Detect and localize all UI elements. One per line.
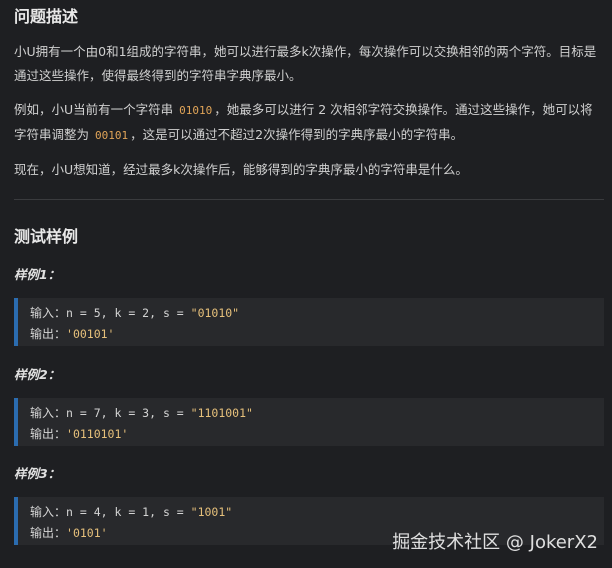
inline-code-result: 00101 bbox=[94, 129, 129, 142]
example-code-block-2: 输入：n = 7, k = 3, s = "1101001" 输出：'01101… bbox=[14, 398, 604, 446]
section-divider bbox=[14, 199, 604, 200]
input-value: n = 7, k = 3, s = bbox=[66, 406, 191, 420]
output-key: 输出： bbox=[30, 427, 67, 441]
example-label-3: 样例3： bbox=[14, 466, 61, 481]
p2-text-before: 例如，小U当前有一个字符串 bbox=[14, 102, 178, 117]
input-key: 输入： bbox=[30, 505, 67, 519]
example-input-line-2: 输入：n = 7, k = 3, s = "1101001" bbox=[30, 404, 253, 421]
input-string: "1101001" bbox=[190, 406, 253, 420]
example-code-block-1: 输入：n = 5, k = 2, s = "01010" 输出：'00101' bbox=[14, 298, 604, 346]
output-value: '0110101' bbox=[66, 427, 129, 441]
input-value: n = 4, k = 1, s = bbox=[66, 505, 191, 519]
example-output-line-1: 输出：'00101' bbox=[30, 325, 114, 342]
example-input-line-1: 输入：n = 5, k = 2, s = "01010" bbox=[30, 304, 239, 321]
example-output-line-3: 输出：'0101' bbox=[30, 524, 108, 541]
section-title-test-cases: 测试样例 bbox=[14, 227, 79, 246]
inline-code-original: 01010 bbox=[179, 104, 213, 117]
example-label-2: 样例2： bbox=[14, 367, 61, 382]
description-paragraph-3: 现在，小U想知道，经过最多k次操作后，能够得到的字典序最小的字符串是什么。 bbox=[14, 162, 468, 177]
output-value: '00101' bbox=[66, 327, 115, 341]
output-value: '0101' bbox=[66, 526, 108, 540]
input-key: 输入： bbox=[30, 406, 67, 420]
p2-text-after: ，这是可以通过不超过2次操作得到的字典序最小的字符串。 bbox=[130, 127, 464, 142]
input-value: n = 5, k = 2, s = bbox=[66, 306, 191, 320]
description-paragraph-1: 小U拥有一个由0和1组成的字符串，她可以进行最多k次操作，每次操作可以交换相邻的… bbox=[14, 44, 597, 83]
example-output-line-2: 输出：'0110101' bbox=[30, 425, 128, 442]
input-string: "1001" bbox=[190, 505, 233, 519]
watermark-text: 掘金技术社区 @ JokerX2 bbox=[392, 532, 598, 553]
input-key: 输入： bbox=[30, 306, 67, 320]
section-title-description: 问题描述 bbox=[14, 7, 79, 26]
output-key: 输出： bbox=[30, 526, 67, 540]
output-key: 输出： bbox=[30, 327, 67, 341]
description-paragraph-2: 例如，小U当前有一个字符串 01010 ，她最多可以进行 2 次相邻字符交换操作。… bbox=[14, 98, 602, 148]
input-string: "01010" bbox=[190, 306, 240, 320]
example-label-1: 样例1： bbox=[14, 267, 61, 282]
example-input-line-3: 输入：n = 4, k = 1, s = "1001" bbox=[30, 503, 232, 520]
